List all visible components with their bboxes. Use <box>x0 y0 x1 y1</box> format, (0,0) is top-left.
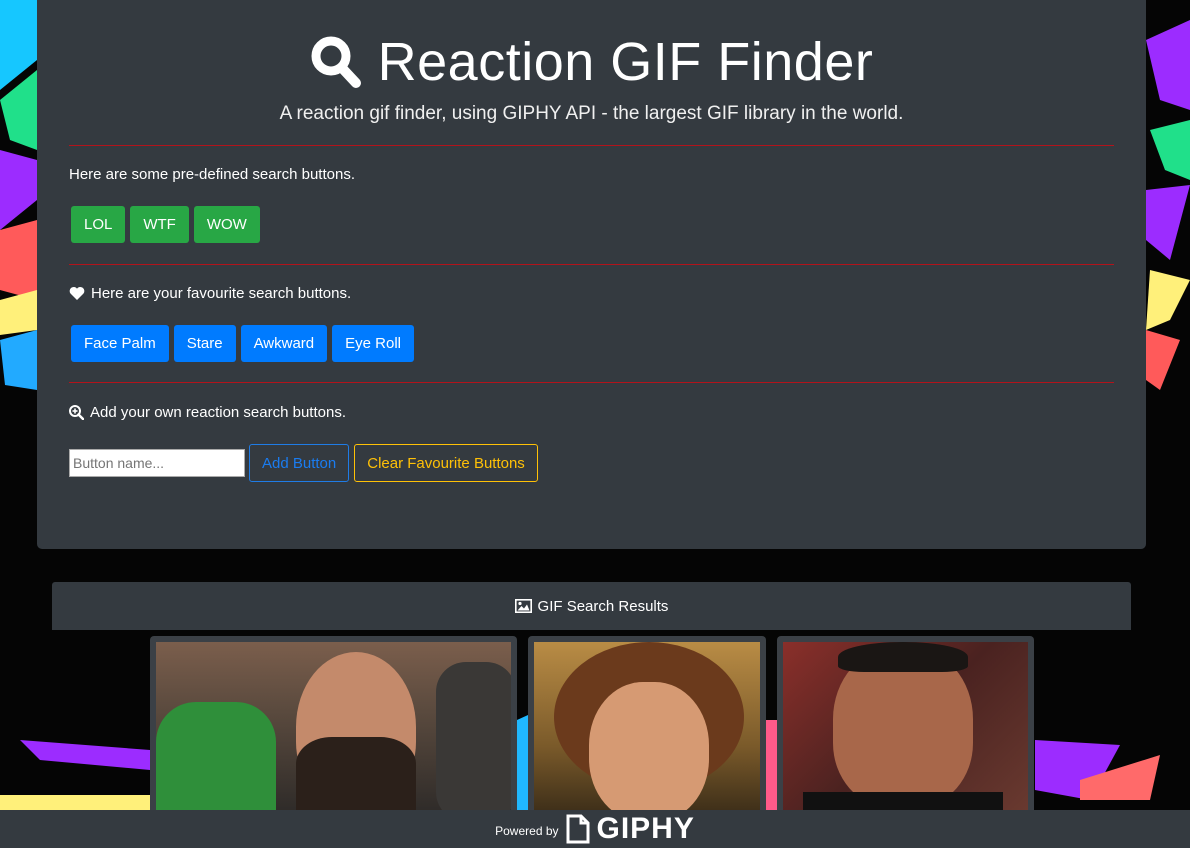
powered-by-text: Powered by <box>495 824 559 838</box>
gif-image[interactable] <box>783 642 1028 816</box>
giphy-logo-icon <box>566 814 589 844</box>
search-button-wtf[interactable]: WTF <box>130 206 189 243</box>
add-section-label: Add your own reaction search buttons. <box>69 404 346 421</box>
results-header-text: GIF Search Results <box>537 597 669 615</box>
add-section-label-text: Add your own reaction search buttons. <box>90 404 346 421</box>
gif-result[interactable] <box>777 636 1034 816</box>
gif-image[interactable] <box>534 642 760 816</box>
gif-image[interactable] <box>156 642 511 816</box>
favourite-button-face-palm[interactable]: Face Palm <box>71 325 169 362</box>
divider <box>69 145 1114 146</box>
predefined-label: Here are some pre-defined search buttons… <box>69 166 355 183</box>
favourite-button-awkward[interactable]: Awkward <box>240 325 328 362</box>
divider <box>69 264 1114 265</box>
add-button-form: Add Button Clear Favourite Buttons <box>69 444 538 482</box>
favourites-label-text: Here are your favourite search buttons. <box>91 285 352 302</box>
page-header: Reaction GIF Finder <box>37 26 1146 98</box>
gif-result[interactable] <box>150 636 517 816</box>
favourites-label: Here are your favourite search buttons. <box>69 285 351 302</box>
zoom-in-icon <box>69 405 84 420</box>
divider <box>69 382 1114 383</box>
favourite-buttons: Face Palm Stare Awkward Eye Roll <box>71 325 415 362</box>
giphy-brand: GIPHY <box>596 812 695 845</box>
add-button[interactable]: Add Button <box>249 444 350 482</box>
gif-result[interactable] <box>528 636 766 816</box>
page-subtitle: A reaction gif finder, using GIPHY API -… <box>279 103 904 124</box>
image-icon <box>514 599 532 613</box>
heart-icon <box>69 286 85 300</box>
predefined-buttons: LOL WTF WOW <box>71 206 260 243</box>
predefined-label-text: Here are some pre-defined search buttons… <box>69 166 355 183</box>
clear-favourites-button[interactable]: Clear Favourite Buttons <box>354 444 538 482</box>
results-header: GIF Search Results <box>52 582 1131 630</box>
search-button-wow[interactable]: WOW <box>193 206 260 243</box>
favourite-button-eye-roll[interactable]: Eye Roll <box>332 325 415 362</box>
main-panel: Reaction GIF Finder A reaction gif finde… <box>37 0 1146 549</box>
favourite-button-stare[interactable]: Stare <box>173 325 236 362</box>
search-icon <box>311 36 361 88</box>
footer: Powered by GIPHY <box>0 810 1190 848</box>
page-title: Reaction GIF Finder <box>377 32 874 92</box>
search-button-lol[interactable]: LOL <box>71 206 126 243</box>
button-name-input[interactable] <box>69 449 245 477</box>
